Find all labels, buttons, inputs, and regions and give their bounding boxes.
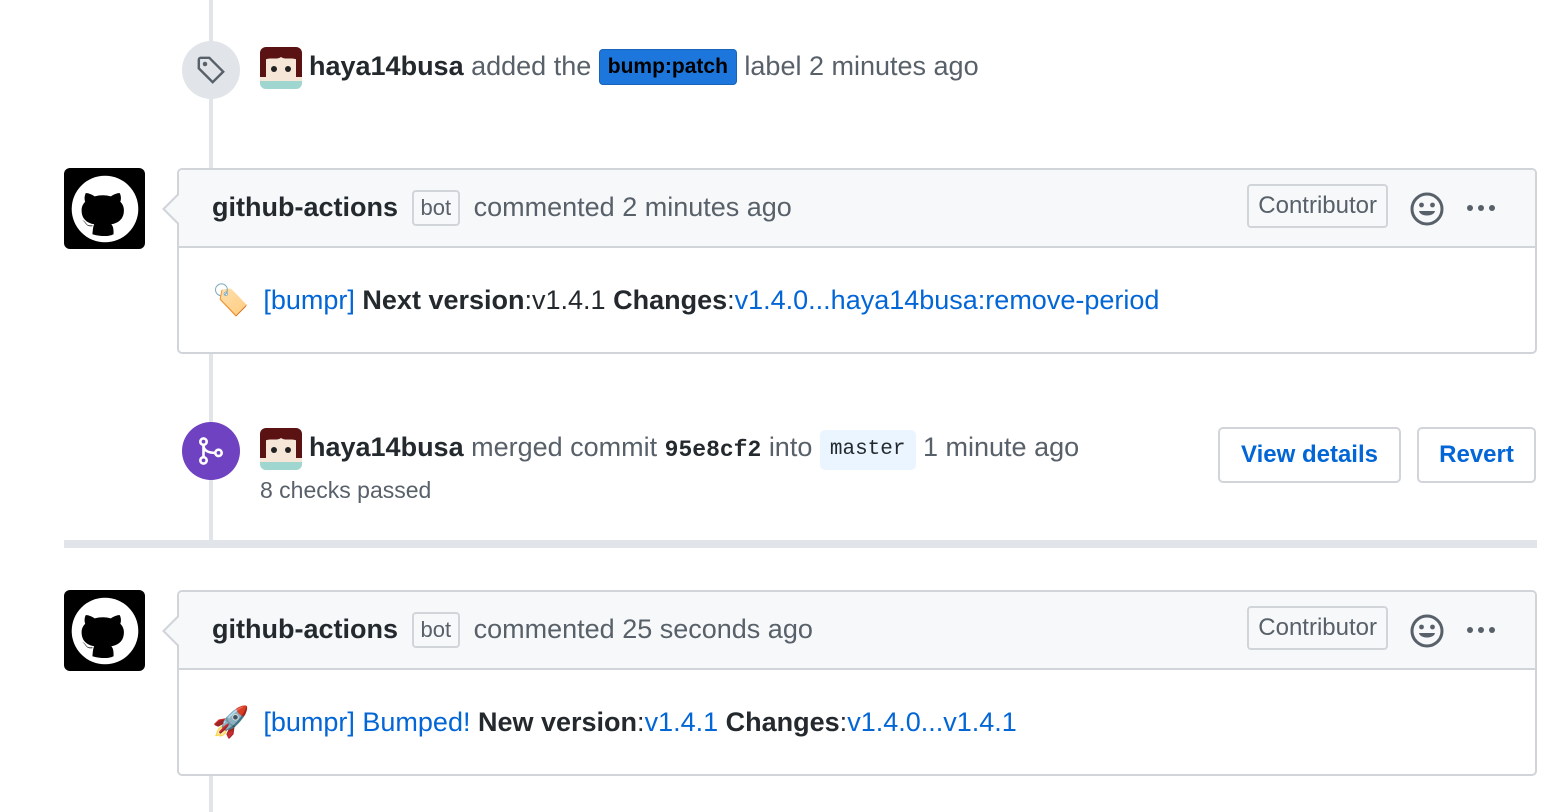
event-time[interactable]: 2 minutes ago xyxy=(809,51,979,81)
github-actions-avatar[interactable] xyxy=(64,590,145,671)
bot-badge: bot xyxy=(411,612,461,648)
kebab-horizontal-icon[interactable] xyxy=(1465,610,1497,650)
github-actions-avatar[interactable] xyxy=(64,168,145,249)
changes-link[interactable]: v1.4.0...v1.4.1 xyxy=(847,707,1017,738)
github-octocat-icon xyxy=(71,597,138,664)
comment-header: github-actions bot commented 2 minutes a… xyxy=(162,170,1535,248)
avatar-image xyxy=(260,428,302,470)
changes-label: Changes xyxy=(613,284,728,315)
changes-link[interactable]: v1.4.0...haya14busa:remove-period xyxy=(735,285,1160,316)
commit-sha-link[interactable]: 95e8cf2 xyxy=(665,437,762,463)
event-time[interactable]: 1 minute ago xyxy=(923,432,1079,462)
smiley-reaction-icon[interactable] xyxy=(1409,191,1445,227)
smiley-reaction-icon[interactable] xyxy=(1409,613,1445,649)
label-event-text: haya14busa added the bump:patch label 2 … xyxy=(309,49,979,85)
github-octocat-icon xyxy=(71,175,138,242)
label-emoji-icon: 🏷️ xyxy=(212,283,250,317)
git-merge-icon xyxy=(198,437,224,465)
avatar-image xyxy=(260,47,302,89)
contributor-badge: Contributor xyxy=(1247,184,1388,228)
event-author[interactable]: haya14busa xyxy=(309,51,464,81)
bumpr-link[interactable]: [bumpr] xyxy=(263,285,355,316)
new-version-link[interactable]: v1.4.1 xyxy=(645,707,719,738)
next-version-label: Next version xyxy=(362,284,525,315)
colon: : xyxy=(839,706,848,737)
label-badge[interactable]: bump:patch xyxy=(598,49,737,85)
revert-button[interactable]: Revert xyxy=(1417,427,1536,483)
branch-name[interactable]: master xyxy=(819,430,916,470)
comment-card: github-actions bot commented 2 minutes a… xyxy=(162,168,1537,354)
contributor-badge: Contributor xyxy=(1247,606,1388,650)
comment-action: commented xyxy=(473,614,615,644)
avatar[interactable] xyxy=(260,47,302,89)
checks-status: 8 checks passed xyxy=(260,477,432,503)
comment-header-text: github-actions bot commented 25 seconds … xyxy=(212,612,813,648)
merged-event-badge xyxy=(182,422,240,480)
avatar[interactable] xyxy=(260,428,302,470)
tag-icon xyxy=(197,56,225,84)
bumpr-link[interactable]: [bumpr] Bumped! xyxy=(263,707,470,738)
event-action: merged commit xyxy=(471,432,658,462)
kebab-horizontal-icon[interactable] xyxy=(1465,188,1497,228)
comment-time[interactable]: 2 minutes ago xyxy=(622,192,792,222)
tag-event-badge xyxy=(182,41,240,99)
comment-card: github-actions bot commented 25 seconds … xyxy=(162,590,1537,776)
event-action: added the xyxy=(471,51,592,81)
comment-time[interactable]: 25 seconds ago xyxy=(622,614,813,644)
next-version-value: :v1.4.1 xyxy=(524,284,606,315)
comment-header: github-actions bot commented 25 seconds … xyxy=(162,592,1535,670)
colon: : xyxy=(727,284,735,315)
comment-body: 🏷️ [bumpr] Next version:v1.4.1 Changes: v… xyxy=(179,248,1535,352)
timeline-line xyxy=(209,772,213,812)
view-details-button[interactable]: View details xyxy=(1218,427,1401,483)
comment-header-text: github-actions bot commented 2 minutes a… xyxy=(212,190,792,226)
comment-body: 🚀 [bumpr] Bumped! New version: v1.4.1 Cha… xyxy=(179,670,1535,774)
comment-action: commented xyxy=(473,192,615,222)
rocket-emoji-icon: 🚀 xyxy=(212,705,250,739)
comment-author[interactable]: github-actions xyxy=(212,614,398,644)
comment-author[interactable]: github-actions xyxy=(212,192,398,222)
bot-badge: bot xyxy=(411,190,461,226)
event-author[interactable]: haya14busa xyxy=(309,432,464,462)
timeline-divider xyxy=(64,540,1537,548)
new-version-label: New version xyxy=(477,706,638,737)
label-suffix: label xyxy=(744,51,802,81)
into-text: into xyxy=(768,432,813,462)
merge-event-text: haya14busa merged commit 95e8cf2 into ma… xyxy=(309,430,1079,470)
changes-label: Changes xyxy=(725,706,840,737)
colon: : xyxy=(637,706,645,737)
